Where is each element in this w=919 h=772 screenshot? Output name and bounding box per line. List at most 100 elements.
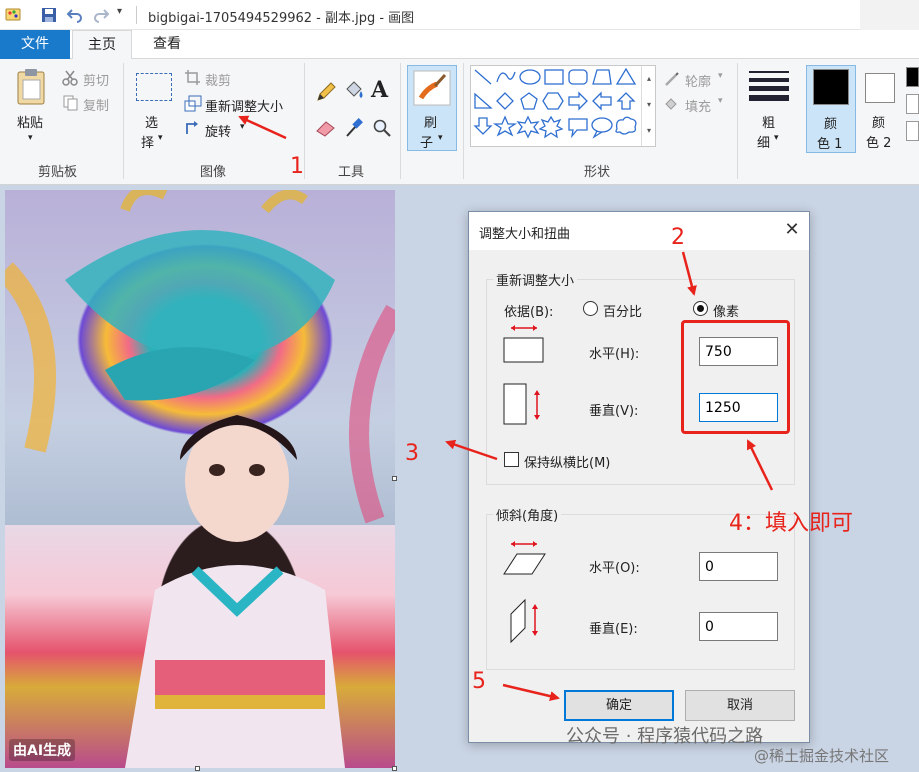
ai-generated-watermark: 由AI生成 (9, 739, 76, 761)
fill-dropdown[interactable]: ▾ (718, 96, 723, 106)
pencil-icon[interactable] (315, 81, 337, 103)
close-icon[interactable]: ✕ (782, 220, 802, 240)
copy-button[interactable]: 复制 (83, 95, 109, 114)
group-label-tools: 工具 (338, 165, 365, 180)
brushes-label: 刷 (424, 116, 438, 131)
skew-vertical-input[interactable] (699, 612, 778, 641)
select-button[interactable]: 选 (145, 112, 158, 131)
eraser-icon[interactable] (315, 118, 337, 138)
magnifier-icon[interactable] (372, 118, 392, 138)
group-label-shapes: 形状 (584, 165, 611, 180)
color2-swatch[interactable] (865, 73, 895, 103)
color1-button[interactable]: 颜 色 1 (806, 65, 856, 153)
rotate-dropdown[interactable]: ▾ (240, 122, 245, 132)
cancel-button[interactable]: 取消 (685, 690, 795, 721)
by-label: 依据(B): (504, 305, 554, 320)
annotation-1: 1 (290, 154, 304, 179)
horizontal-label: 水平(H): (589, 347, 640, 362)
shape-list[interactable] (471, 66, 639, 146)
window-control-button[interactable] (860, 0, 919, 30)
tab-file[interactable]: 文件 (0, 30, 70, 59)
outline-dropdown[interactable]: ▾ (718, 71, 723, 81)
fill-icon (665, 98, 677, 110)
chevron-down-icon: ▾ (438, 133, 443, 143)
group-label-image: 图像 (200, 165, 227, 180)
percent-radio[interactable] (583, 301, 598, 316)
paste-dropdown[interactable]: ▾ (28, 133, 33, 143)
annotation-3: 3 (405, 441, 419, 466)
crop-button[interactable]: 裁剪 (205, 70, 231, 89)
paste-icon (17, 69, 45, 105)
select-dropdown[interactable]: ▾ (158, 133, 163, 143)
resize-button[interactable]: 重新调整大小 (205, 96, 283, 115)
color1-label: 颜 (824, 117, 838, 132)
canvas-resize-handle[interactable] (195, 766, 200, 771)
palette-swatch[interactable] (906, 94, 919, 114)
window-title: bigbigai-1705494529962 - 副本.jpg - 画图 (148, 11, 415, 26)
size-icon (749, 71, 789, 101)
horizontal-resize-icon (503, 325, 544, 363)
outline-button[interactable]: 轮廓 (685, 71, 711, 90)
vertical-label: 垂直(V): (589, 404, 639, 419)
copy-icon (63, 95, 78, 111)
ribbon-tabs: 文件 主页 查看 (0, 30, 919, 60)
wechat-watermark: 公众号 · 程序猿代码之路 (566, 726, 764, 747)
divider (304, 63, 305, 179)
fill-bucket-icon[interactable] (342, 79, 366, 103)
skew-horizontal-label: 水平(O): (589, 561, 640, 576)
resize-icon (184, 95, 202, 112)
dialog-title-bar: 调整大小和扭曲 ✕ (469, 212, 809, 250)
canvas-resize-handle[interactable] (392, 476, 397, 481)
vertical-resize-icon (503, 383, 540, 425)
select-button-line2[interactable]: 择 (141, 132, 154, 151)
keep-ratio-label[interactable]: 保持纵横比(M) (524, 452, 610, 471)
save-icon[interactable] (40, 6, 58, 24)
quick-access-dropdown[interactable]: ▾ (117, 6, 122, 17)
group-label-clipboard: 剪贴板 (38, 165, 78, 180)
fill-button[interactable]: 填充 (685, 96, 711, 115)
pixels-radio[interactable] (693, 301, 708, 316)
color-picker-icon[interactable] (344, 117, 364, 139)
divider (400, 63, 401, 179)
horizontal-skew-icon (503, 541, 546, 575)
image-canvas[interactable] (5, 190, 395, 768)
crop-icon (185, 70, 200, 85)
cut-button[interactable]: 剪切 (83, 70, 109, 89)
tab-home[interactable]: 主页 (72, 30, 132, 60)
size-dropdown[interactable]: ▾ (774, 133, 779, 143)
juejin-watermark: @稀土掘金技术社区 (754, 747, 890, 765)
size-button-line2[interactable]: 细 (757, 132, 770, 151)
highlight-box (681, 320, 790, 434)
palette-swatch[interactable] (906, 67, 919, 87)
rotate-icon (186, 121, 198, 134)
cut-icon (62, 70, 78, 86)
dialog-title: 调整大小和扭曲 (479, 227, 571, 242)
percent-label[interactable]: 百分比 (603, 301, 642, 320)
skew-group-label: 倾斜(角度) (496, 509, 559, 524)
divider (123, 63, 124, 179)
keep-ratio-checkbox[interactable] (504, 452, 519, 467)
skew-horizontal-input[interactable] (699, 552, 778, 581)
redo-icon[interactable] (92, 6, 110, 24)
divider (136, 6, 137, 24)
brush-icon (413, 70, 451, 106)
palette-swatch[interactable] (906, 121, 919, 141)
annotation-5: 5 (472, 669, 486, 694)
ok-button[interactable]: 确定 (564, 690, 674, 721)
canvas-resize-handle[interactable] (392, 766, 397, 771)
annotation-4: 4：填入即可 (729, 511, 853, 536)
tab-view[interactable]: 查看 (136, 30, 198, 59)
title-bar: ▾ bigbigai-1705494529962 - 副本.jpg - 画图 (0, 0, 919, 30)
text-icon[interactable]: A (371, 77, 388, 103)
color2-label-line2: 色 2 (866, 136, 892, 151)
gallery-scroll[interactable]: ▴ ▾ ▾ (641, 66, 656, 146)
paste-button[interactable]: 粘贴 (17, 112, 43, 131)
size-button[interactable]: 粗 (762, 112, 775, 131)
ribbon: 粘贴 ▾ 剪切 复制 剪贴板 选 择 ▾ 裁剪 重新调整大小 旋转 ▾ 图像 A (0, 59, 919, 185)
pixels-label[interactable]: 像素 (713, 301, 739, 320)
skew-vertical-label: 垂直(E): (589, 622, 638, 637)
resize-group-label: 重新调整大小 (496, 274, 575, 289)
brushes-button[interactable]: 刷 子 ▾ (407, 65, 457, 151)
rotate-button[interactable]: 旋转 (205, 121, 231, 140)
undo-icon[interactable] (66, 6, 84, 24)
